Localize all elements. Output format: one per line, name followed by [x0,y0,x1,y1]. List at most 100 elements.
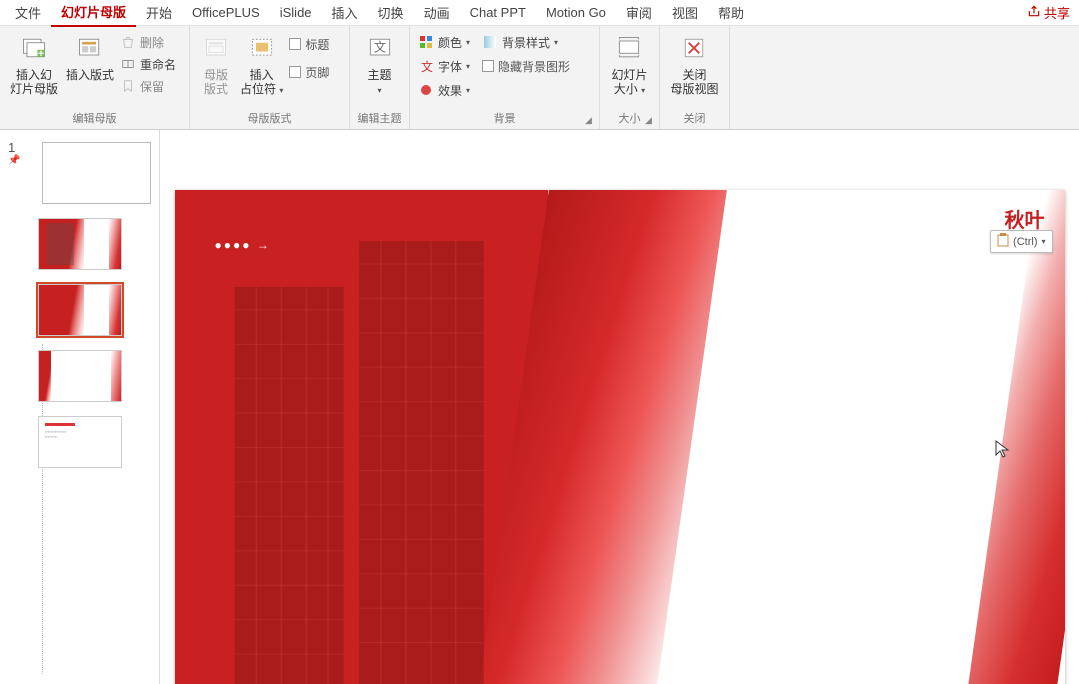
master-layout-icon [200,32,232,64]
size-dialog-launcher[interactable]: ◢ [645,115,657,127]
preserve-icon [120,78,136,94]
slide-size-button[interactable]: 幻灯片 大小 ▾ [607,30,651,99]
colors-icon [418,34,434,50]
ribbon-tabs: 文件 幻灯片母版 开始 OfficePLUS iSlide 插入 切换 动画 C… [0,0,1079,26]
thumb-layout-2[interactable] [38,284,122,336]
thumb-layout-3[interactable] [38,350,122,402]
tab-officeplus[interactable]: OfficePLUS [182,1,270,24]
checkbox-icon [289,38,301,50]
close-icon [678,32,710,64]
delete-label: 删除 [140,34,164,51]
svg-text:文: 文 [421,59,433,73]
themes-button[interactable]: 文 主题▾ [360,30,400,99]
rename-label: 重命名 [140,56,176,73]
title-checkbox-label: 标题 [305,36,329,53]
tab-view[interactable]: 视图 [662,0,708,26]
themes-icon: 文 [364,32,396,64]
colors-button[interactable]: 颜色 ▾ [416,32,472,52]
background-styles-button[interactable]: 背景样式 ▾ [480,32,572,52]
share-label: 共享 [1044,3,1070,22]
tab-transitions[interactable]: 切换 [368,0,414,26]
group-size: 幻灯片 大小 ▾ 大小 ◢ [600,26,660,129]
themes-label: 主题▾ [367,68,391,97]
background-styles-icon [482,34,498,50]
tab-help[interactable]: 帮助 [708,0,754,26]
insert-slide-master-label: 插入幻 灯片母版 [10,68,58,97]
insert-slide-master-button[interactable]: 插入幻 灯片母版 [6,30,62,99]
tab-home[interactable]: 开始 [136,0,182,26]
dots-arrow-decoration: ●●●● → [215,238,271,252]
insert-placeholder-button[interactable]: 插入 占位符 ▾ [236,30,287,99]
fonts-button[interactable]: 文 字体 ▾ [416,56,472,76]
group-edit-theme-label: 编辑主题 [356,111,403,127]
insert-placeholder-icon [246,32,278,64]
tab-islide[interactable]: iSlide [270,1,322,24]
master-layout-label: 母版 版式 [204,68,228,97]
share-button[interactable]: 共享 [1027,3,1074,22]
chevron-down-icon: ▾ [279,86,283,95]
insert-slide-master-icon [18,32,50,64]
thumb-master[interactable] [42,142,151,204]
slide-size-icon [613,32,645,64]
chevron-down-icon: ▾ [466,86,470,95]
logo-text: 秋叶 [1005,204,1045,233]
tab-review[interactable]: 审阅 [616,0,662,26]
paste-options-label: (Ctrl) [1013,236,1037,248]
group-edit-master: 插入幻 灯片母版 插入版式 删除 重命名 保留 [0,26,190,129]
tab-animations[interactable]: 动画 [414,0,460,26]
insert-layout-icon [74,32,106,64]
svg-text:文: 文 [373,40,385,55]
chevron-down-icon: ▾ [466,38,470,47]
fonts-icon: 文 [418,58,434,74]
red-stripe-right [959,190,1064,684]
thumb-layout-1[interactable] [38,218,122,270]
thumb-layout-4[interactable]: ▪▪▪▪▪▪▪▪▪▪▪▪▪▪▪▪▪▪▪▪▪▪▪▪ [38,416,122,468]
thumbnail-panel: 1 📌 ▪▪▪▪▪▪▪▪▪▪▪▪▪▪▪▪▪▪▪▪▪▪▪▪ [0,130,160,684]
close-master-view-button[interactable]: 关闭 母版视图 [666,30,722,99]
slide-size-label: 幻灯片 大小 ▾ [611,68,647,97]
effects-button[interactable]: 效果 ▾ [416,80,472,100]
rename-icon [120,56,136,72]
tab-slide-master[interactable]: 幻灯片母版 [51,0,136,27]
slide-master-preview[interactable]: ●●●● → 秋叶 (Ctrl) ▾ [175,190,1065,684]
workspace: 1 📌 ▪▪▪▪▪▪▪▪▪▪▪▪▪▪▪▪▪▪▪▪▪▪▪▪ [0,130,1079,684]
rename-button[interactable]: 重命名 [118,54,178,74]
background-dialog-launcher[interactable]: ◢ [585,115,597,127]
tab-insert[interactable]: 插入 [322,0,368,26]
pin-icon: 📌 [8,155,24,166]
ribbon: 插入幻 灯片母版 插入版式 删除 重命名 保留 [0,26,1079,130]
chevron-down-icon: ▾ [554,38,558,47]
master-index: 1 [8,140,24,155]
group-background-label: 背景 [416,111,593,127]
preserve-button[interactable]: 保留 [118,76,178,96]
group-edit-master-label: 编辑母版 [6,111,183,127]
hide-background-checkbox[interactable]: 隐藏背景图形 [480,56,572,76]
insert-layout-button[interactable]: 插入版式 [62,30,118,84]
chevron-down-icon: ▾ [1041,237,1045,246]
footers-checkbox[interactable]: 页脚 [287,62,331,82]
paste-options-button[interactable]: (Ctrl) ▾ [990,230,1052,253]
tab-file[interactable]: 文件 [5,0,51,26]
tab-motiongo[interactable]: Motion Go [536,1,616,24]
mouse-cursor [995,440,1009,461]
effects-label: 效果 [438,82,462,99]
clipboard-icon [997,233,1009,250]
checkbox-icon [289,66,301,78]
group-close-label: 关闭 [666,111,723,127]
group-master-layout: 母版 版式 插入 占位符 ▾ 标题 页脚 母版版式 [190,26,350,129]
close-master-view-label: 关闭 母版视图 [670,68,718,97]
insert-placeholder-label: 插入 占位符 ▾ [240,68,283,97]
delete-icon [120,34,136,50]
delete-button[interactable]: 删除 [118,32,178,52]
hide-background-label: 隐藏背景图形 [498,58,570,75]
checkbox-icon [482,60,494,72]
tab-chatppt[interactable]: Chat PPT [460,1,536,24]
group-close: 关闭 母版视图 关闭 [660,26,730,129]
title-checkbox[interactable]: 标题 [287,34,331,54]
footers-checkbox-label: 页脚 [305,64,329,81]
background-styles-label: 背景样式 [502,34,550,51]
master-layout-button[interactable]: 母版 版式 [196,30,236,99]
slide-canvas-area[interactable]: ●●●● → 秋叶 (Ctrl) ▾ [160,130,1079,684]
chevron-down-icon: ▾ [641,86,645,95]
share-icon [1027,4,1041,21]
